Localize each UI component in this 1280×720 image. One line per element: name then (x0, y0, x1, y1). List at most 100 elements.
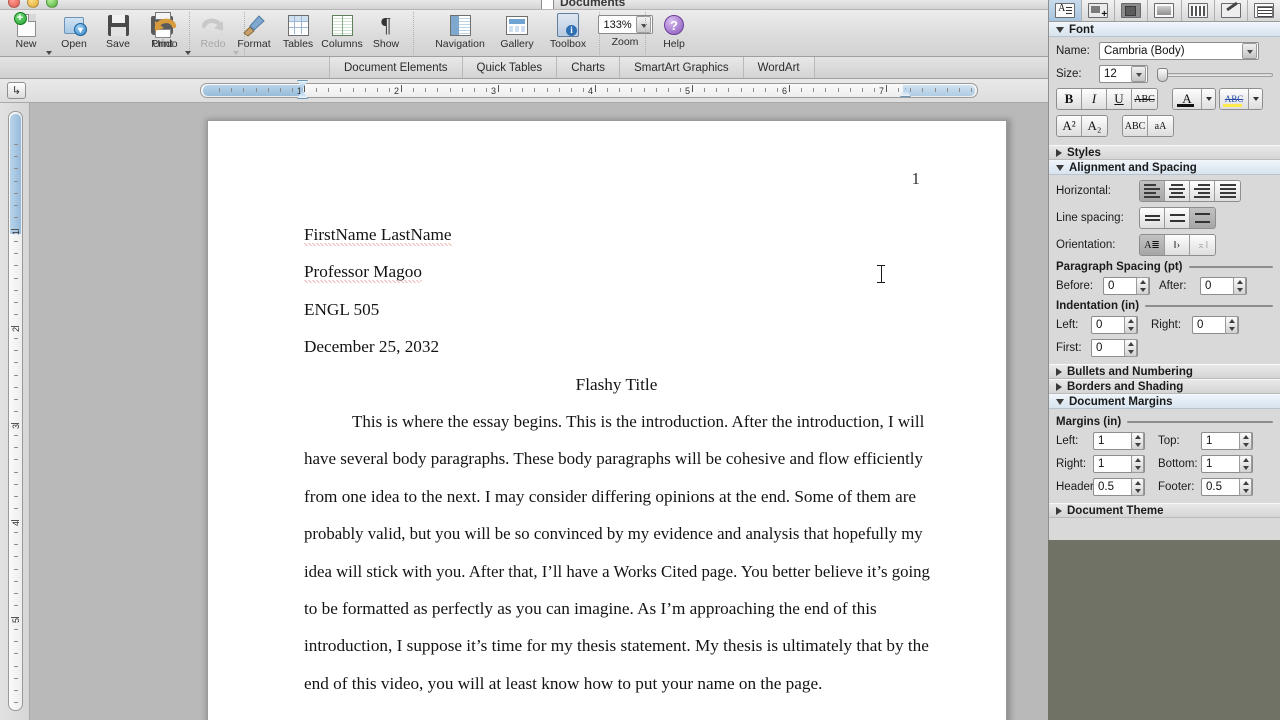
toolbar-columns-button[interactable]: Columns (320, 12, 364, 50)
margin-top-field[interactable]: 1 (1201, 432, 1253, 450)
margin-footer-field[interactable]: 0.5 (1201, 478, 1253, 496)
toolbar-tables-button[interactable]: Tables (276, 12, 320, 50)
document-canvas[interactable]: 1 FirstName LastName Professor Magoo ENGL … (30, 103, 1048, 720)
font-color-button[interactable]: A (1173, 89, 1202, 109)
document-header-line[interactable]: December 25, 2032 (304, 328, 929, 365)
highlight-button[interactable]: ABC (1220, 89, 1249, 109)
reference-tools-tab[interactable] (1182, 0, 1215, 21)
change-case-button[interactable]: aA (1148, 116, 1173, 136)
section-header-theme[interactable]: Document Theme (1049, 503, 1280, 518)
superscript-button[interactable]: A² (1057, 116, 1082, 136)
citations-tab[interactable] (1115, 0, 1149, 21)
indent-first-stepper[interactable] (1124, 339, 1137, 357)
minimize-window-button[interactable] (27, 0, 39, 8)
close-window-button[interactable] (8, 0, 20, 8)
margin-right-stepper[interactable] (1131, 455, 1144, 473)
subscript-button[interactable]: A₂ (1082, 116, 1107, 136)
scrapbook-tab[interactable] (1148, 0, 1182, 21)
horizontal-ruler[interactable]: 1234567 (200, 83, 978, 98)
tab-smartart-graphics[interactable]: SmartArt Graphics (620, 57, 744, 78)
line-spacing-double-button[interactable] (1190, 208, 1215, 228)
tab-charts[interactable]: Charts (557, 57, 621, 78)
toolbar-open-button[interactable]: ▼ Open (52, 12, 96, 50)
indent-first-field[interactable]: 0 (1091, 339, 1138, 357)
slider-knob[interactable] (1157, 67, 1168, 82)
italic-button[interactable]: I (1082, 89, 1107, 109)
margin-top-stepper[interactable] (1239, 432, 1252, 450)
document-body-line[interactable]: This is where the essay begins. This is … (304, 403, 929, 440)
document-body-line[interactable]: to be formatted as perfectly as you can … (304, 590, 929, 627)
section-header-bullets[interactable]: Bullets and Numbering (1049, 364, 1280, 379)
indent-right-stepper[interactable] (1225, 316, 1238, 334)
document-page[interactable]: 1 FirstName LastName Professor Magoo ENGL … (207, 120, 1007, 720)
font-color-chevron-down-icon[interactable] (1202, 89, 1215, 109)
tab-document-elements[interactable]: Document Elements (330, 57, 463, 78)
document-header-line[interactable]: Professor Magoo (304, 253, 929, 290)
section-header-alignment[interactable]: Alignment and Spacing (1049, 160, 1280, 175)
margin-bottom-field[interactable]: 1 (1201, 455, 1253, 473)
font-size-field[interactable]: 12 (1099, 65, 1148, 83)
section-header-styles[interactable]: Styles (1049, 145, 1280, 160)
document-body-line[interactable]: end of this video, you will at least kno… (304, 665, 929, 702)
document-title-line[interactable]: Flashy Title (304, 366, 929, 403)
margin-header-field[interactable]: 0.5 (1093, 478, 1145, 496)
spacing-after-stepper[interactable] (1233, 277, 1246, 295)
orientation-rotated-button[interactable]: ⌅‖ (1190, 235, 1215, 255)
toolbar-format-button[interactable]: Format (232, 12, 276, 50)
toolbar-help-button[interactable]: ? Help (652, 12, 696, 50)
line-spacing-1-5-button[interactable] (1165, 208, 1190, 228)
project-palette-tab[interactable] (1248, 0, 1280, 21)
bold-button[interactable]: B (1057, 89, 1082, 109)
toolbar-gallery-button[interactable]: Gallery (492, 12, 542, 50)
section-header-borders[interactable]: Borders and Shading (1049, 379, 1280, 394)
margin-bottom-stepper[interactable] (1239, 455, 1252, 473)
margin-header-stepper[interactable] (1131, 478, 1144, 496)
section-header-font[interactable]: Font (1049, 22, 1280, 37)
margin-footer-stepper[interactable] (1239, 478, 1252, 496)
small-caps-button[interactable]: ABC (1123, 116, 1148, 136)
tab-stop-selector-button[interactable]: ↳ (7, 82, 26, 99)
spacing-before-field[interactable]: 0 (1103, 277, 1150, 295)
toolbar-navigation-button[interactable]: Navigation (428, 12, 492, 50)
align-left-button[interactable] (1140, 181, 1165, 201)
underline-button[interactable]: U (1107, 89, 1132, 109)
spacing-before-stepper[interactable] (1136, 277, 1149, 295)
margin-right-field[interactable]: 1 (1093, 455, 1145, 473)
align-right-button[interactable] (1190, 181, 1215, 201)
document-header-line[interactable]: ENGL 505 (304, 291, 929, 328)
tab-quick-tables[interactable]: Quick Tables (462, 57, 558, 78)
font-size-slider[interactable] (1157, 67, 1273, 82)
toolbar-new-button[interactable]: + New (4, 11, 48, 50)
document-body-line[interactable]: have several body paragraphs. These body… (304, 440, 929, 477)
indent-right-field[interactable]: 0 (1192, 316, 1239, 334)
font-name-chevron-down-icon[interactable] (1242, 43, 1257, 59)
object-palette-tab[interactable] (1082, 0, 1116, 21)
new-menu-chevron-down-icon[interactable] (46, 51, 52, 55)
indent-left-stepper[interactable] (1124, 316, 1137, 334)
formatting-palette-tab[interactable] (1049, 0, 1083, 21)
margin-left-stepper[interactable] (1131, 432, 1144, 450)
indent-left-field[interactable]: 0 (1091, 316, 1138, 334)
spacing-after-field[interactable]: 0 (1200, 277, 1247, 295)
font-name-field[interactable]: Cambria (Body) (1099, 42, 1259, 60)
document-body-line[interactable]: probably valid, but you will be so convi… (304, 515, 929, 552)
document-header-line[interactable]: FirstName LastName (304, 216, 929, 253)
toolbar-undo-button[interactable]: Undo (143, 12, 187, 50)
misspelled-text[interactable]: Professor Magoo (304, 262, 422, 284)
toolbar-toolbox-button[interactable]: Toolbox (542, 12, 594, 50)
section-header-margins[interactable]: Document Margins (1049, 394, 1280, 409)
document-text-body[interactable]: FirstName LastName Professor Magoo ENGL 50… (304, 216, 930, 702)
zoom-window-button[interactable] (46, 0, 58, 8)
orientation-horizontal-button[interactable]: A≣ (1140, 235, 1165, 255)
strikethrough-button[interactable]: ABC (1132, 89, 1157, 109)
tab-wordart[interactable]: WordArt (743, 57, 815, 78)
toolbar-show-button[interactable]: ¶ Show (364, 12, 408, 50)
highlight-chevron-down-icon[interactable] (1249, 89, 1262, 109)
font-size-chevron-down-icon[interactable] (1131, 66, 1146, 82)
align-justify-button[interactable] (1215, 181, 1240, 201)
misspelled-text[interactable]: FirstName LastName (304, 225, 452, 246)
margin-left-field[interactable]: 1 (1093, 432, 1145, 450)
document-body-line[interactable]: introduction, I suppose it’s time for my… (304, 627, 929, 664)
undo-menu-chevron-down-icon[interactable] (185, 51, 191, 55)
line-spacing-single-button[interactable] (1140, 208, 1165, 228)
